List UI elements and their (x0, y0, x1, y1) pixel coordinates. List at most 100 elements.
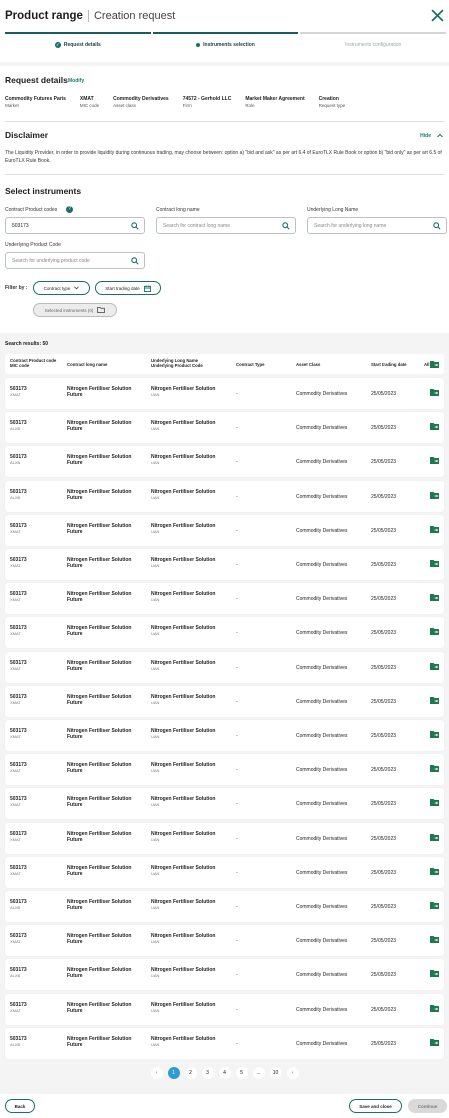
table-row[interactable]: 503173 XMAT Nitrogen Fertiliser Solution Fu… (5, 378, 444, 409)
table-row[interactable]: 503173 XMAT Nitrogen Fertiliser Solution Fu… (5, 617, 444, 649)
folder-add-icon[interactable] (430, 696, 439, 704)
folder-add-icon[interactable] (430, 491, 439, 499)
table-row[interactable]: 503173 XMAT Nitrogen Fertiliser Solution Fu… (5, 754, 444, 786)
search-results-count: Search results: 50 (5, 341, 49, 347)
row-contract-type: - (236, 493, 238, 500)
detail-request-type: Creation Request type (318, 96, 346, 108)
row-long-name: Nitrogen Fertiliser Solution Future (67, 454, 132, 467)
row-asset-class: Commodity Derivatives (296, 972, 348, 979)
modify-link[interactable]: Modify (68, 78, 84, 84)
folder-add-icon[interactable] (430, 799, 439, 807)
col-asset-class: Asset Class (296, 362, 321, 367)
table-row[interactable]: 503173 ALXB Nitrogen Fertiliser Solution Fu… (5, 412, 444, 444)
row-asset-class: Commodity Derivatives (296, 869, 348, 876)
table-row[interactable]: 503173 XMAT Nitrogen Fertiliser Solution Fu… (5, 651, 444, 683)
save-and-close-button[interactable]: Save and close (349, 1099, 402, 1113)
folder-add-icon[interactable] (430, 389, 439, 396)
table-row[interactable]: 503173 ALXB Nitrogen Fertiliser Solution Fu… (5, 446, 444, 478)
search-icon[interactable] (433, 222, 441, 230)
start-date-filter[interactable]: Start trading date (95, 281, 161, 295)
underlying-long-input[interactable]: Search for underlying long name (307, 217, 447, 234)
table-row[interactable]: 503173 XMAT Nitrogen Fertiliser Solution Fu… (5, 583, 444, 615)
row-asset-class: Commodity Derivatives (296, 1006, 348, 1013)
col-start-date: Start trading date (371, 362, 407, 367)
table-row[interactable]: 503173 ALXB Nitrogen Fertiliser Solution Fu… (5, 480, 444, 512)
page-1-button[interactable]: 1 (167, 1067, 180, 1079)
folder-add-icon[interactable] (430, 423, 439, 431)
folder-icon (97, 307, 106, 313)
row-contract-type: - (236, 527, 238, 534)
table-row[interactable]: 503173 XMAT Nitrogen Fertiliser Solution Fu… (5, 822, 444, 854)
row-start-date: 25/05/2023 (371, 904, 397, 910)
folder-add-icon[interactable] (430, 902, 439, 909)
table-row[interactable]: 503173 ALXB Nitrogen Fertiliser Solution Fu… (5, 959, 444, 991)
folder-add-icon[interactable] (430, 833, 439, 841)
hide-disclaimer-link[interactable]: Hide (420, 133, 431, 139)
continue-button[interactable]: Continue (408, 1099, 447, 1113)
row-asset-class: Commodity Derivatives (296, 596, 348, 603)
contract-code-input[interactable]: 503173 (5, 217, 145, 234)
detail-market: Commodity Futures Paris Market (5, 96, 66, 108)
contract-long-input[interactable]: Search for contract long name (156, 217, 296, 234)
table-row[interactable]: 503173 XMAT Nitrogen Fertiliser Solution Fu… (5, 788, 444, 820)
row-start-date: 25/05/2023 (371, 493, 397, 500)
page-2-button[interactable]: 2 (184, 1067, 197, 1079)
row-long-name: Nitrogen Fertiliser Solution Future (67, 420, 132, 433)
folder-add-icon[interactable] (430, 525, 439, 533)
underlying-code-input[interactable]: Search for underlying product code (5, 252, 145, 269)
chevron-up-icon[interactable] (437, 133, 443, 138)
folder-add-icon[interactable] (430, 1004, 439, 1012)
row-underlying: Nitrogen Fertiliser Solution UAN (151, 830, 216, 842)
row-asset-class: Commodity Derivatives (296, 835, 348, 842)
row-contract-type: - (236, 767, 238, 774)
folder-add-icon[interactable] (430, 594, 439, 602)
row-underlying: Nitrogen Fertiliser Solution UAN (151, 728, 216, 739)
folder-add-icon[interactable] (430, 560, 439, 567)
selected-instruments-button[interactable]: Selected instruments (0) (33, 303, 117, 317)
table-row[interactable]: 503173 XMAT Nitrogen Fertiliser Solution Fu… (5, 925, 444, 957)
row-long-name: Nitrogen Fertiliser Solution Future (67, 1035, 132, 1048)
disclaimer-text: The Liquidity Provider, in order to prov… (5, 150, 442, 164)
contract-code-label: Contract Product codes (5, 207, 58, 213)
search-icon[interactable] (282, 222, 290, 230)
back-button[interactable]: Back (5, 1099, 35, 1113)
table-row[interactable]: 503173 XMAT Nitrogen Fertiliser Solution Fu… (5, 856, 444, 888)
row-code: 503173 ALXB (10, 488, 27, 500)
folder-add-icon[interactable] (430, 1038, 439, 1046)
folder-add-all-icon[interactable] (430, 361, 439, 368)
prev-page-button[interactable]: ‹ (150, 1067, 163, 1079)
table-row[interactable]: 503173 XMAT Nitrogen Fertiliser Solution Fu… (5, 514, 444, 546)
close-icon[interactable] (431, 9, 444, 22)
folder-add-icon[interactable] (430, 662, 439, 670)
help-icon[interactable]: ? (66, 206, 73, 213)
next-page-button[interactable]: › (286, 1067, 299, 1079)
page-10-button[interactable]: 10 (269, 1067, 282, 1079)
row-code: 503173 XMAT (10, 522, 27, 534)
table-row[interactable]: 503173 XMAT Nitrogen Fertiliser Solution Fu… (5, 685, 444, 717)
row-underlying: Nitrogen Fertiliser Solution UAN (151, 659, 216, 671)
folder-add-icon[interactable] (430, 867, 439, 875)
folder-add-icon[interactable] (430, 970, 439, 978)
search-icon[interactable] (131, 257, 139, 265)
folder-add-icon[interactable] (430, 628, 439, 636)
page-3-button[interactable]: 3 (201, 1067, 214, 1079)
folder-add-icon[interactable] (430, 731, 439, 738)
table-row[interactable]: 503173 XMAT Nitrogen Fertiliser Solution Fu… (5, 720, 444, 751)
table-row[interactable]: 503173 ALXB Nitrogen Fertiliser Solution Fu… (5, 891, 444, 922)
row-underlying: Nitrogen Fertiliser Solution UAN (151, 762, 216, 774)
folder-add-icon[interactable] (430, 457, 439, 465)
row-code: 503173 XMAT (10, 728, 27, 739)
search-icon[interactable] (131, 222, 139, 230)
page-5-button[interactable]: 5 (235, 1067, 248, 1079)
row-underlying: Nitrogen Fertiliser Solution UAN (151, 1035, 216, 1047)
page-4-button[interactable]: 4 (218, 1067, 231, 1079)
table-row[interactable]: 503173 XMAT Nitrogen Fertiliser Solution Fu… (5, 993, 444, 1025)
table-row[interactable]: 503173 ALXB Nitrogen Fertiliser Solution Fu… (5, 1027, 444, 1059)
folder-add-icon[interactable] (430, 936, 439, 944)
footer-bar: Back Save and close Continue (0, 1094, 449, 1118)
folder-add-icon[interactable] (430, 765, 439, 773)
page-ellipsis: ... (252, 1067, 265, 1079)
row-code: 503173 XMAT (10, 386, 27, 397)
contract-type-filter[interactable]: Contract type (33, 281, 90, 295)
table-row[interactable]: 503173 XMAT Nitrogen Fertiliser Solution Fu… (5, 549, 444, 580)
